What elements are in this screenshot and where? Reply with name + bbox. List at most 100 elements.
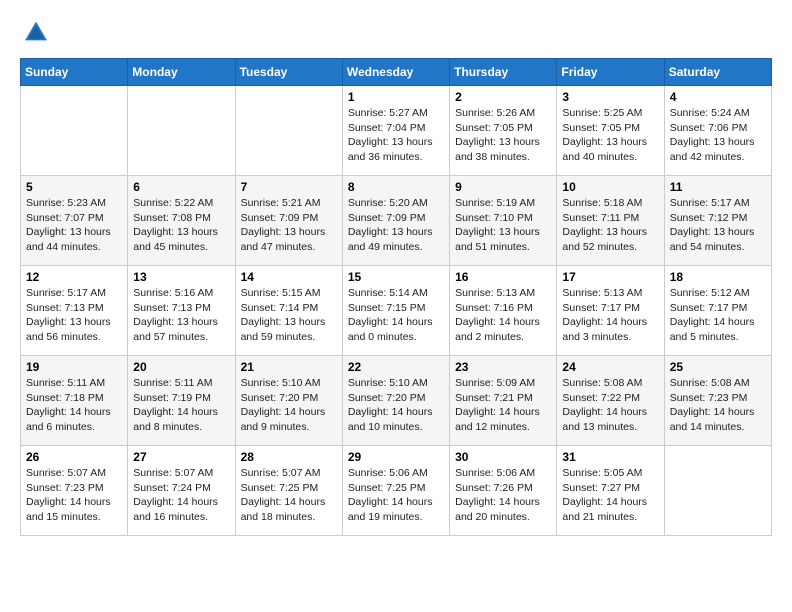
calendar-cell: 21 Sunrise: 5:10 AM Sunset: 7:20 PM Dayli… — [235, 356, 342, 446]
calendar-cell: 9 Sunrise: 5:19 AM Sunset: 7:10 PM Daylig… — [450, 176, 557, 266]
weekday-header-tuesday: Tuesday — [235, 59, 342, 86]
day-info: Sunrise: 5:13 AM Sunset: 7:17 PM Dayligh… — [562, 286, 658, 345]
calendar-week-row: 1 Sunrise: 5:27 AM Sunset: 7:04 PM Daylig… — [21, 86, 772, 176]
day-number: 11 — [670, 180, 766, 194]
calendar-week-row: 5 Sunrise: 5:23 AM Sunset: 7:07 PM Daylig… — [21, 176, 772, 266]
calendar-cell: 10 Sunrise: 5:18 AM Sunset: 7:11 PM Dayli… — [557, 176, 664, 266]
day-number: 21 — [241, 360, 337, 374]
calendar-table: SundayMondayTuesdayWednesdayThursdayFrid… — [20, 58, 772, 536]
day-number: 12 — [26, 270, 122, 284]
calendar-cell — [128, 86, 235, 176]
day-info: Sunrise: 5:06 AM Sunset: 7:26 PM Dayligh… — [455, 466, 551, 525]
day-info: Sunrise: 5:16 AM Sunset: 7:13 PM Dayligh… — [133, 286, 229, 345]
calendar-cell: 1 Sunrise: 5:27 AM Sunset: 7:04 PM Daylig… — [342, 86, 449, 176]
day-number: 23 — [455, 360, 551, 374]
calendar-cell: 30 Sunrise: 5:06 AM Sunset: 7:26 PM Dayli… — [450, 446, 557, 536]
weekday-header-saturday: Saturday — [664, 59, 771, 86]
day-info: Sunrise: 5:17 AM Sunset: 7:12 PM Dayligh… — [670, 196, 766, 255]
day-number: 2 — [455, 90, 551, 104]
day-number: 8 — [348, 180, 444, 194]
day-number: 30 — [455, 450, 551, 464]
calendar-cell: 6Sunrise: 5:22 AM Sunset: 7:08 PM Daylig… — [128, 176, 235, 266]
day-number: 5 — [26, 180, 122, 194]
calendar-cell: 5 Sunrise: 5:23 AM Sunset: 7:07 PM Daylig… — [21, 176, 128, 266]
calendar-header-row: SundayMondayTuesdayWednesdayThursdayFrid… — [21, 59, 772, 86]
calendar-cell: 12 Sunrise: 5:17 AM Sunset: 7:13 PM Dayli… — [21, 266, 128, 356]
day-number: 1 — [348, 90, 444, 104]
day-info: Sunrise: 5:10 AM Sunset: 7:20 PM Dayligh… — [241, 376, 337, 435]
day-info: Sunrise: 5:17 AM Sunset: 7:13 PM Dayligh… — [26, 286, 122, 345]
calendar-week-row: 12 Sunrise: 5:17 AM Sunset: 7:13 PM Dayli… — [21, 266, 772, 356]
day-number: 26 — [26, 450, 122, 464]
calendar-cell: 2 Sunrise: 5:26 AM Sunset: 7:05 PM Daylig… — [450, 86, 557, 176]
weekday-header-monday: Monday — [128, 59, 235, 86]
calendar-cell — [235, 86, 342, 176]
calendar-cell: 31Sunrise: 5:05 AM Sunset: 7:27 PM Dayli… — [557, 446, 664, 536]
calendar-cell — [664, 446, 771, 536]
day-info: Sunrise: 5:25 AM Sunset: 7:05 PM Dayligh… — [562, 106, 658, 165]
day-info: Sunrise: 5:20 AM Sunset: 7:09 PM Dayligh… — [348, 196, 444, 255]
weekday-header-wednesday: Wednesday — [342, 59, 449, 86]
day-info: Sunrise: 5:08 AM Sunset: 7:23 PM Dayligh… — [670, 376, 766, 435]
calendar-cell: 25 Sunrise: 5:08 AM Sunset: 7:23 PM Dayli… — [664, 356, 771, 446]
calendar-cell: 7 Sunrise: 5:21 AM Sunset: 7:09 PM Daylig… — [235, 176, 342, 266]
day-info: Sunrise: 5:08 AM Sunset: 7:22 PM Dayligh… — [562, 376, 658, 435]
day-number: 15 — [348, 270, 444, 284]
day-number: 13 — [133, 270, 229, 284]
day-number: 10 — [562, 180, 658, 194]
day-info: Sunrise: 5:11 AM Sunset: 7:19 PM Dayligh… — [133, 376, 229, 435]
day-number: 20 — [133, 360, 229, 374]
weekday-header-friday: Friday — [557, 59, 664, 86]
calendar-cell — [21, 86, 128, 176]
day-info: Sunrise: 5:26 AM Sunset: 7:05 PM Dayligh… — [455, 106, 551, 165]
calendar-cell: 19 Sunrise: 5:11 AM Sunset: 7:18 PM Dayli… — [21, 356, 128, 446]
day-info: Sunrise: 5:18 AM Sunset: 7:11 PM Dayligh… — [562, 196, 658, 255]
calendar-cell: 23 Sunrise: 5:09 AM Sunset: 7:21 PM Dayli… — [450, 356, 557, 446]
weekday-header-sunday: Sunday — [21, 59, 128, 86]
calendar-cell: 24 Sunrise: 5:08 AM Sunset: 7:22 PM Dayli… — [557, 356, 664, 446]
weekday-header-thursday: Thursday — [450, 59, 557, 86]
day-info: Sunrise: 5:23 AM Sunset: 7:07 PM Dayligh… — [26, 196, 122, 255]
day-info: Sunrise: 5:12 AM Sunset: 7:17 PM Dayligh… — [670, 286, 766, 345]
day-info: Sunrise: 5:10 AM Sunset: 7:20 PM Dayligh… — [348, 376, 444, 435]
day-info: Sunrise: 5:14 AM Sunset: 7:15 PM Dayligh… — [348, 286, 444, 345]
logo — [20, 20, 54, 42]
day-info: Sunrise: 5:09 AM Sunset: 7:21 PM Dayligh… — [455, 376, 551, 435]
calendar-week-row: 19 Sunrise: 5:11 AM Sunset: 7:18 PM Dayli… — [21, 356, 772, 446]
day-info: Sunrise: 5:05 AM Sunset: 7:27 PM Dayligh… — [562, 466, 658, 525]
calendar-cell: 29Sunrise: 5:06 AM Sunset: 7:25 PM Dayli… — [342, 446, 449, 536]
page-header — [20, 20, 772, 42]
calendar-week-row: 26 Sunrise: 5:07 AM Sunset: 7:23 PM Dayli… — [21, 446, 772, 536]
calendar-cell: 28Sunrise: 5:07 AM Sunset: 7:25 PM Dayli… — [235, 446, 342, 536]
day-info: Sunrise: 5:07 AM Sunset: 7:25 PM Dayligh… — [241, 466, 337, 525]
day-number: 9 — [455, 180, 551, 194]
calendar-cell: 4 Sunrise: 5:24 AM Sunset: 7:06 PM Daylig… — [664, 86, 771, 176]
calendar-cell: 8 Sunrise: 5:20 AM Sunset: 7:09 PM Daylig… — [342, 176, 449, 266]
calendar-cell: 13 Sunrise: 5:16 AM Sunset: 7:13 PM Dayli… — [128, 266, 235, 356]
calendar-cell: 3Sunrise: 5:25 AM Sunset: 7:05 PM Daylig… — [557, 86, 664, 176]
day-info: Sunrise: 5:24 AM Sunset: 7:06 PM Dayligh… — [670, 106, 766, 165]
day-info: Sunrise: 5:13 AM Sunset: 7:16 PM Dayligh… — [455, 286, 551, 345]
calendar-cell: 22 Sunrise: 5:10 AM Sunset: 7:20 PM Dayli… — [342, 356, 449, 446]
calendar-cell: 27Sunrise: 5:07 AM Sunset: 7:24 PM Dayli… — [128, 446, 235, 536]
calendar-cell: 16 Sunrise: 5:13 AM Sunset: 7:16 PM Dayli… — [450, 266, 557, 356]
calendar-cell: 17Sunrise: 5:13 AM Sunset: 7:17 PM Dayli… — [557, 266, 664, 356]
day-number: 7 — [241, 180, 337, 194]
day-number: 16 — [455, 270, 551, 284]
day-number: 6 — [133, 180, 229, 194]
day-number: 4 — [670, 90, 766, 104]
day-info: Sunrise: 5:19 AM Sunset: 7:10 PM Dayligh… — [455, 196, 551, 255]
day-number: 24 — [562, 360, 658, 374]
day-info: Sunrise: 5:27 AM Sunset: 7:04 PM Dayligh… — [348, 106, 444, 165]
day-number: 22 — [348, 360, 444, 374]
logo-icon — [22, 20, 50, 42]
day-number: 19 — [26, 360, 122, 374]
day-info: Sunrise: 5:06 AM Sunset: 7:25 PM Dayligh… — [348, 466, 444, 525]
day-info: Sunrise: 5:21 AM Sunset: 7:09 PM Dayligh… — [241, 196, 337, 255]
day-info: Sunrise: 5:11 AM Sunset: 7:18 PM Dayligh… — [26, 376, 122, 435]
calendar-cell: 14Sunrise: 5:15 AM Sunset: 7:14 PM Dayli… — [235, 266, 342, 356]
day-info: Sunrise: 5:07 AM Sunset: 7:23 PM Dayligh… — [26, 466, 122, 525]
day-info: Sunrise: 5:15 AM Sunset: 7:14 PM Dayligh… — [241, 286, 337, 345]
calendar-cell: 11 Sunrise: 5:17 AM Sunset: 7:12 PM Dayli… — [664, 176, 771, 266]
day-number: 25 — [670, 360, 766, 374]
